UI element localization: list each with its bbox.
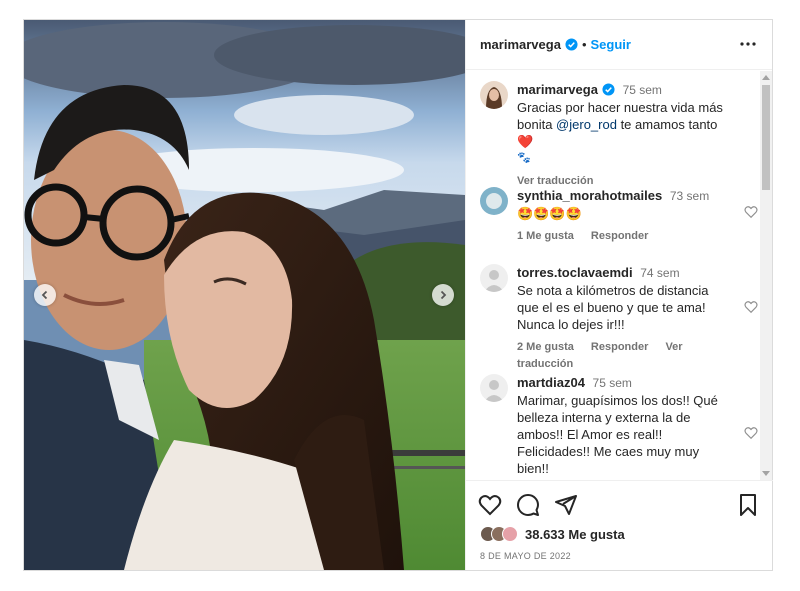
comment-time[interactable]: 75 sem <box>593 376 632 390</box>
verified-badge-icon <box>602 83 615 96</box>
likes-summary[interactable]: 38.633 Me gusta <box>480 524 625 544</box>
comment-text: 🤩🤩🤩🤩 <box>517 206 582 221</box>
comment-username[interactable]: synthia_morahotmailes <box>517 188 662 203</box>
caption-text-end: te amamos tanto <box>616 117 718 132</box>
caption-translate-link[interactable]: Ver traducción <box>517 175 593 187</box>
heart-icon[interactable] <box>478 493 502 517</box>
comment-likes[interactable]: 1 Me gusta <box>517 230 574 242</box>
comment-username[interactable]: martdiaz04 <box>517 375 585 390</box>
reply-button[interactable]: Responder <box>591 230 648 242</box>
caption-mention[interactable]: @jero_rod <box>556 117 617 132</box>
post-header: marimarvega • Seguir <box>466 20 772 70</box>
reply-button[interactable]: Responder <box>591 341 648 353</box>
caption-username[interactable]: marimarvega <box>517 82 598 97</box>
default-avatar-icon <box>480 264 508 292</box>
like-comment-heart-icon[interactable] <box>744 205 758 219</box>
comment-text: Se nota a kilómetros de distancia que el… <box>517 283 709 332</box>
post-actions: 38.633 Me gusta 8 de mayo de 2022 <box>466 480 773 570</box>
comment-likes[interactable]: 2 Me gusta <box>517 341 574 353</box>
post-sidebar: marimarvega • Seguir marimarvega 75 sem … <box>465 20 773 570</box>
default-avatar-icon <box>480 374 508 402</box>
avatar[interactable] <box>480 264 508 292</box>
header-separator: • <box>581 37 587 52</box>
like-comment-heart-icon[interactable] <box>744 426 758 440</box>
more-options-button[interactable] <box>738 34 758 54</box>
post-author-username[interactable]: marimarvega <box>480 37 561 52</box>
avatar-image <box>480 81 508 109</box>
comment-item: synthia_morahotmailes 73 sem 🤩🤩🤩🤩 1 Me g… <box>480 187 758 245</box>
scroll-down-arrow-icon[interactable] <box>762 471 770 476</box>
chevron-right-icon <box>440 290 447 300</box>
scroll-thumb[interactable] <box>762 85 770 190</box>
photo-image <box>24 20 465 570</box>
comment-item: torres.toclavaemdi 74 sem Se nota a kiló… <box>480 264 758 373</box>
heart-emoji: ❤️ <box>517 134 534 149</box>
comments-scrollbar[interactable] <box>760 71 772 480</box>
comments-list[interactable]: marimarvega 75 sem Gracias por hacer nue… <box>466 71 773 480</box>
avatar[interactable] <box>480 374 508 402</box>
next-photo-button[interactable] <box>432 284 454 306</box>
like-comment-heart-icon[interactable] <box>744 300 758 314</box>
chevron-left-icon <box>41 290 48 300</box>
comment-time[interactable]: 73 sem <box>670 189 709 203</box>
avatar[interactable] <box>480 81 508 109</box>
caption-time[interactable]: 75 sem <box>623 83 662 97</box>
follow-button[interactable]: Seguir <box>591 37 631 52</box>
previous-photo-button[interactable] <box>34 284 56 306</box>
avatar-image <box>480 187 508 215</box>
verified-badge-icon <box>565 38 578 51</box>
avatar[interactable] <box>480 187 508 215</box>
bookmark-icon[interactable] <box>736 493 760 517</box>
comment-time[interactable]: 74 sem <box>640 266 679 280</box>
comment-text: Marimar, guapísimos los dos!! Qué bellez… <box>517 393 718 476</box>
more-horizontal-icon <box>740 42 756 46</box>
post-photo[interactable] <box>24 20 465 570</box>
paw-emoji: 🐾 <box>517 152 531 164</box>
scroll-up-arrow-icon[interactable] <box>762 75 770 80</box>
comment-icon[interactable] <box>516 493 540 517</box>
post-caption: marimarvega 75 sem Gracias por hacer nue… <box>480 81 750 190</box>
liker-avatar <box>502 526 518 542</box>
likes-count[interactable]: 38.633 Me gusta <box>525 527 625 542</box>
comment-item: martdiaz04 75 sem Marimar, guapísimos lo… <box>480 374 758 477</box>
instagram-post: marimarvega • Seguir marimarvega 75 sem … <box>23 19 773 571</box>
post-date[interactable]: 8 de mayo de 2022 <box>480 551 571 561</box>
share-icon[interactable] <box>554 493 578 517</box>
comment-username[interactable]: torres.toclavaemdi <box>517 265 633 280</box>
